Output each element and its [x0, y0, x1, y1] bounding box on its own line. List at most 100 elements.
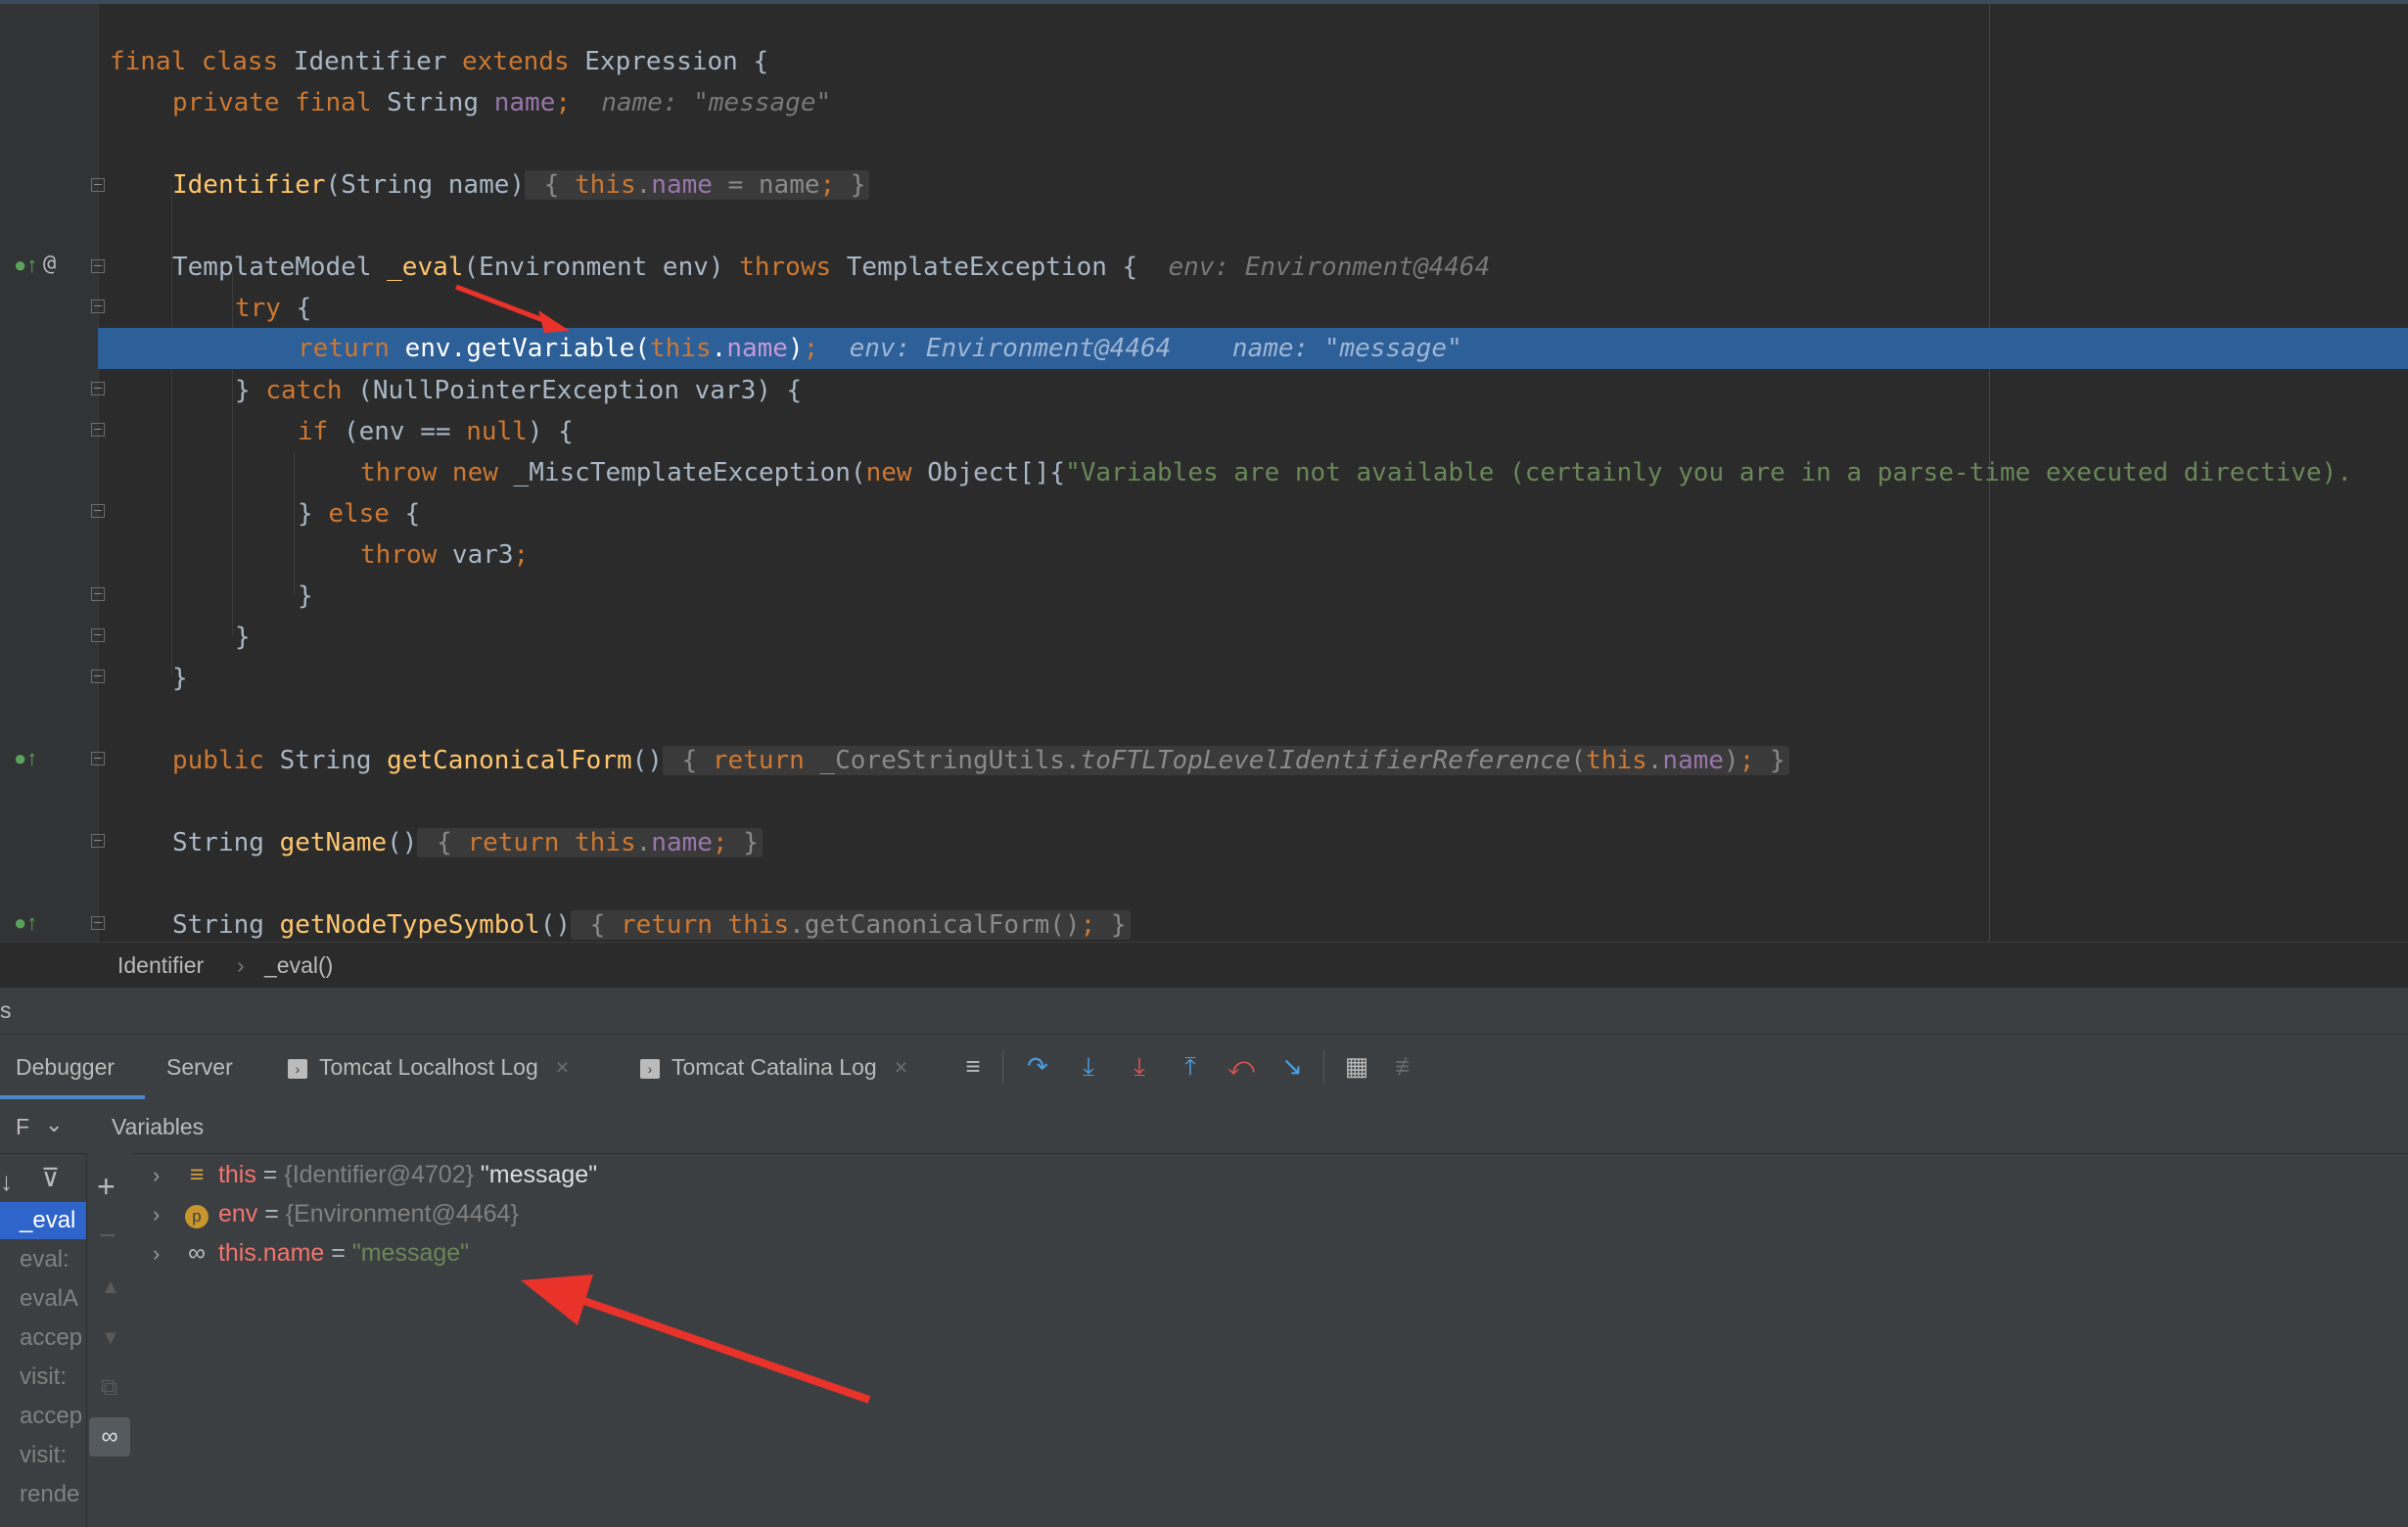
editor-gutter[interactable] [0, 4, 99, 942]
copy-icon: ⧉ [101, 1374, 118, 1401]
show-watches-icon[interactable]: ∞ [89, 1417, 130, 1457]
tab-server[interactable]: Server [166, 1054, 233, 1081]
inline-debug-value: name: "message" [1231, 334, 1462, 363]
frame-item[interactable]: accep [0, 1398, 86, 1435]
annotation-arrow [521, 1274, 871, 1404]
expand-chevron-icon[interactable]: › [153, 1156, 182, 1195]
menu-icon[interactable]: ≡ [955, 1048, 991, 1084]
variable-row[interactable]: › ∞ this.name = "message" [153, 1233, 469, 1272]
annotation-at-icon: @ [43, 252, 57, 276]
fold-marker[interactable] [91, 382, 105, 395]
code-editor[interactable]: ●↑ @ ●↑ ●↑ final class Identifier extend… [0, 0, 2408, 942]
code-line[interactable]: String getNodeTypeSymbol() { return this… [172, 904, 1131, 942]
variables-side-toolbar: + − ▲ ▼ ⧉ ∞ [86, 1153, 134, 1527]
implements-method-icon[interactable]: ●↑ [14, 746, 37, 771]
tab-tomcat-localhost-log[interactable]: › Tomcat Localhost Log × [288, 1054, 569, 1081]
code-line[interactable]: } [172, 658, 188, 699]
frame-item[interactable]: _eval [0, 1202, 86, 1239]
variables-header: Variables [112, 1100, 2408, 1154]
services-tool-window-header: s [0, 987, 2408, 1035]
variable-row[interactable]: › ≡ this = {Identifier@4702} "message" [153, 1155, 597, 1194]
code-line[interactable]: } catch (NullPointerException var3) { [235, 370, 802, 411]
code-line[interactable]: throw new _MiscTemplateException(new Obj… [360, 452, 2352, 493]
code-line[interactable]: private final String name; name: "messag… [172, 82, 831, 123]
frame-item[interactable]: rende [0, 1476, 86, 1513]
frames-panel: F ⌄ ↓ ⊽ _eval eval: evalA accep visit: a… [0, 1100, 134, 1527]
frames-header-label: F [16, 1114, 30, 1139]
sort-down-icon[interactable]: ↓ [0, 1167, 13, 1197]
breadcrumb: Identifier › _eval() [0, 942, 2408, 988]
breadcrumb-method[interactable]: _eval() [264, 952, 333, 979]
code-line[interactable]: public String getCanonicalForm() { retur… [172, 740, 1789, 781]
expand-chevron-icon[interactable]: › [153, 1195, 182, 1234]
indent-guide [232, 264, 233, 636]
fold-marker[interactable] [91, 834, 105, 848]
inline-debug-value: env: Environment@4464 [849, 334, 1172, 363]
fold-marker[interactable] [91, 178, 105, 192]
field-list-icon: ≡ [189, 1161, 205, 1188]
variable-row[interactable]: › p env = {Environment@4464} [153, 1194, 519, 1233]
code-line[interactable]: try { [235, 288, 311, 329]
code-line[interactable]: } else { [298, 493, 420, 534]
force-step-into-icon[interactable]: ⤓ [1122, 1048, 1157, 1084]
fold-marker[interactable] [91, 423, 105, 437]
frame-item[interactable]: evalA [0, 1280, 86, 1318]
breadcrumb-separator: › [237, 952, 245, 978]
run-to-cursor-icon[interactable]: ↘ [1274, 1048, 1310, 1084]
tab-debugger[interactable]: Debugger [16, 1054, 115, 1081]
move-down-icon: ▼ [101, 1327, 120, 1349]
step-out-icon[interactable]: ⤒ [1173, 1048, 1208, 1084]
code-line[interactable]: } [235, 617, 251, 658]
implements-method-icon[interactable]: ●↑ [14, 910, 37, 936]
trace-icon: ≢ [1395, 1051, 1420, 1081]
step-over-icon[interactable]: ↷ [1020, 1048, 1055, 1084]
thread-dropdown-chevron-icon[interactable]: ⌄ [45, 1112, 63, 1137]
frame-item[interactable]: eval: [0, 1241, 86, 1278]
debug-tab-bar: Debugger Server › Tomcat Localhost Log × ›… [0, 1034, 2408, 1102]
tab-tomcat-catalina-log[interactable]: › Tomcat Catalina Log × [640, 1054, 907, 1081]
code-line[interactable]: final class Identifier extends Expressio… [110, 41, 768, 82]
frame-item[interactable]: visit: [0, 1437, 86, 1474]
tool-window-title: s [0, 997, 12, 1023]
active-tab-indicator [0, 1095, 145, 1099]
variables-panel: Variables › ≡ this = {Identifier@4702} "m… [112, 1100, 2408, 1527]
step-into-icon[interactable]: ⤓ [1071, 1048, 1106, 1084]
drop-frame-icon[interactable]: ⤺ [1224, 1048, 1259, 1084]
expand-chevron-icon[interactable]: › [153, 1234, 182, 1273]
indent-guide [294, 450, 295, 597]
fold-marker[interactable] [91, 628, 105, 642]
code-line[interactable]: TemplateModel _eval(Environment env) thr… [172, 247, 1490, 288]
code-line[interactable]: Identifier(String name) { this.name = na… [172, 164, 870, 206]
frame-item[interactable]: accep [0, 1319, 86, 1357]
code-line[interactable]: String getName() { return this.name; } [172, 822, 763, 863]
annotation-arrow [455, 284, 570, 333]
fold-marker[interactable] [91, 587, 105, 601]
breadcrumb-class[interactable]: Identifier [117, 952, 204, 979]
code-line[interactable]: if (env == null) { [298, 411, 574, 452]
fold-marker[interactable] [91, 752, 105, 765]
close-icon[interactable]: × [895, 1054, 907, 1080]
filter-icon[interactable]: ⊽ [41, 1163, 60, 1193]
fold-marker[interactable] [91, 259, 105, 273]
editor-top-border [0, 0, 2408, 4]
code-line[interactable]: throw var3; [360, 534, 529, 576]
frames-list[interactable]: _eval eval: evalA accep visit: accep vis… [0, 1202, 86, 1527]
console-icon: › [640, 1058, 660, 1079]
fold-marker[interactable] [91, 916, 105, 930]
variables-header-label: Variables [112, 1114, 205, 1139]
fold-marker[interactable] [91, 300, 105, 313]
frame-item[interactable]: visit: [0, 1359, 86, 1396]
add-watch-icon[interactable]: + [97, 1169, 116, 1205]
fold-marker[interactable] [91, 670, 105, 683]
watch-glasses-icon: ∞ [188, 1239, 206, 1267]
implements-method-icon[interactable]: ●↑ [14, 253, 37, 278]
remove-watch-icon: − [99, 1220, 116, 1252]
inline-debug-value: name: "message" [601, 88, 832, 117]
close-icon[interactable]: × [556, 1054, 569, 1080]
toolbar-divider [1323, 1050, 1324, 1084]
evaluate-expression-icon[interactable]: ▦ [1339, 1048, 1374, 1084]
toolbar-divider [1002, 1050, 1003, 1084]
code-line[interactable]: } [298, 576, 313, 617]
fold-marker[interactable] [91, 504, 105, 518]
parameter-icon: p [182, 1194, 211, 1233]
